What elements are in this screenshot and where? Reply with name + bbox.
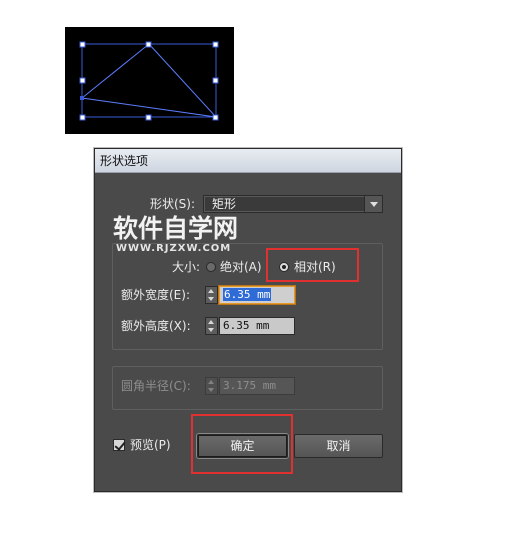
extra-width-value: 6.35 mm (223, 288, 272, 301)
artboard-canvas[interactable] (65, 27, 234, 134)
handle-top-right (212, 41, 219, 48)
preview-label[interactable]: 预览(P) (130, 437, 171, 453)
shape-select[interactable]: 矩形 (203, 195, 383, 213)
size-label: 大小: (172, 260, 201, 274)
watermark-url: WWW.RJZXW.COM (116, 243, 232, 254)
anchor-point (80, 96, 84, 100)
radio-absolute[interactable] (206, 262, 216, 272)
shape-select-value: 矩形 (212, 197, 237, 211)
extra-height-field[interactable]: 6.35 mm (219, 317, 295, 335)
chevron-down-icon[interactable] (364, 196, 382, 212)
handle-bottom-left (79, 114, 86, 121)
dialog-title: 形状选项 (95, 149, 401, 173)
handle-top-center (145, 41, 152, 48)
extra-height-value: 6.35 mm (223, 319, 270, 332)
corner-radius-stepper (205, 377, 218, 395)
annotation-box-relative (266, 248, 359, 282)
handle-bottom-center (145, 114, 152, 121)
extra-width-stepper[interactable] (205, 286, 218, 304)
watermark-title: 软件自学网 (113, 214, 239, 243)
cancel-button[interactable]: 取消 (294, 434, 383, 458)
handle-top-left (79, 41, 86, 48)
shape-label: 形状(S): (150, 197, 196, 211)
triangle-path (80, 43, 218, 118)
extra-height-stepper[interactable] (205, 317, 218, 335)
corner-radius-value: 3.175 mm (223, 379, 276, 392)
handle-middle-right (212, 77, 219, 84)
corner-radius-field: 3.175 mm (219, 377, 295, 395)
handle-bottom-right (212, 114, 219, 121)
selected-triangle-shape[interactable] (65, 27, 234, 134)
corner-radius-label: 圆角半径(C): (121, 379, 191, 393)
handle-middle-left (79, 77, 86, 84)
selection-bounding-box (81, 43, 217, 118)
extra-height-label: 额外高度(X): (121, 319, 191, 333)
radio-absolute-label[interactable]: 绝对(A) (220, 259, 262, 275)
extra-width-label: 额外宽度(E): (121, 288, 190, 302)
extra-width-field[interactable]: 6.35 mm (219, 286, 295, 304)
preview-checkbox[interactable] (113, 439, 125, 451)
annotation-box-ok (191, 414, 293, 474)
